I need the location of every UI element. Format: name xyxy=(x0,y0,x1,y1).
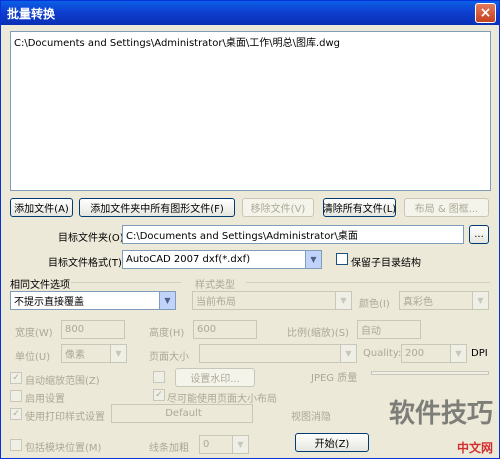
layer-hidden-label: 视图消隐 xyxy=(291,412,331,423)
same-file-select[interactable]: 不提示直接覆盖 ▼ xyxy=(10,291,176,310)
ratio-label: 比例(缩放)(S) xyxy=(287,328,349,339)
same-file-label: 相同文件选项 xyxy=(10,280,70,291)
include-ext-label: 包括模块位置(M) xyxy=(25,443,102,454)
watermark-checkbox[interactable] xyxy=(153,371,165,383)
enable-settings-checkbox[interactable] xyxy=(10,390,22,402)
style-value: 当前布局 xyxy=(196,297,236,308)
browse-button[interactable]: ... xyxy=(469,225,489,244)
style-label: 样式类型 xyxy=(195,280,235,291)
close-button[interactable]: × xyxy=(475,3,496,23)
use-page-size-checkbox[interactable]: ✓ xyxy=(153,389,165,401)
add-folder-button[interactable]: 添加文件夹中所有图形文件(F) xyxy=(79,198,235,217)
watermark-text: 软件技巧 xyxy=(388,399,493,429)
height-label: 高度(H) xyxy=(149,328,185,339)
file-list-item[interactable]: C:\Documents and Settings\Administrator\… xyxy=(14,34,487,49)
unit-label: 单位(U) xyxy=(15,352,51,363)
window-title: 批量转换 xyxy=(7,6,56,21)
line-width-select[interactable]: 0 ▼ xyxy=(199,435,249,454)
watermark-brand: 中文网 xyxy=(456,441,493,455)
remove-file-button[interactable]: 移除文件(V) xyxy=(242,198,314,217)
target-format-select[interactable]: AutoCAD 2007 dxf(*.dxf) ▼ xyxy=(122,250,322,269)
chevron-down-icon: ▼ xyxy=(305,251,321,268)
plot-style-label: 使用打印样式设置 xyxy=(25,412,105,423)
keep-dir-checkbox[interactable] xyxy=(336,253,348,265)
use-page-size-label: 尽可能使用页面大小布局 xyxy=(167,394,277,405)
jpeg-quality-slider[interactable] xyxy=(371,371,489,375)
start-button[interactable]: 开始(Z) xyxy=(295,433,369,452)
chevron-down-icon: ▼ xyxy=(335,292,351,309)
title-bar[interactable]: 批量转换 × xyxy=(1,1,499,25)
style-select[interactable]: 当前布局 ▼ xyxy=(192,291,352,310)
quality-label: Quality: xyxy=(363,348,402,359)
ratio-input[interactable]: 自动 xyxy=(357,320,421,339)
close-icon: × xyxy=(479,5,492,21)
layout-button[interactable]: 布局 & 图框... xyxy=(404,198,489,217)
auto-range-label: 自动缩放范围(Z) xyxy=(25,376,100,387)
clear-all-button[interactable]: 清除所有文件(L) xyxy=(323,198,396,217)
color-label: 颜色(I) xyxy=(359,299,390,310)
chevron-down-icon: ▼ xyxy=(340,345,356,362)
watermark-button[interactable]: 设置水印... xyxy=(175,368,255,387)
chevron-down-icon: ▼ xyxy=(472,292,488,309)
auto-range-checkbox[interactable]: ✓ xyxy=(10,372,22,384)
target-format-label: 目标文件格式(T) xyxy=(48,258,122,269)
target-folder-input[interactable]: C:\Documents and Settings\Administrator\… xyxy=(122,225,464,244)
quality-value: 200 xyxy=(405,348,425,359)
target-folder-label: 目标文件夹(O) xyxy=(58,233,124,244)
unit-select[interactable]: 像素 ▼ xyxy=(61,344,127,363)
chevron-down-icon: ▼ xyxy=(110,345,126,362)
line-width-value: 0 xyxy=(203,439,210,450)
plot-style-checkbox[interactable]: ✓ xyxy=(10,408,22,420)
color-value: 真彩色 xyxy=(403,297,433,308)
chevron-down-icon: ▼ xyxy=(232,436,248,453)
batch-convert-window: 批量转换 × C:\Documents and Settings\Adminis… xyxy=(0,0,500,459)
chevron-down-icon: ▼ xyxy=(450,345,466,362)
width-input[interactable]: 800 xyxy=(61,320,125,339)
height-input[interactable]: 600 xyxy=(193,320,257,339)
target-format-value: AutoCAD 2007 dxf(*.dxf) xyxy=(126,254,251,265)
plot-style-input[interactable]: Default xyxy=(111,404,253,423)
page-size-label: 页面大小 xyxy=(149,352,189,363)
unit-value: 像素 xyxy=(65,350,85,361)
color-select[interactable]: 真彩色 ▼ xyxy=(399,291,489,310)
group-divider xyxy=(246,282,490,283)
jpeg-quality-label: JPEG 质量 xyxy=(311,373,358,384)
group-divider xyxy=(71,282,181,283)
keep-dir-label: 保留子目录结构 xyxy=(351,258,421,269)
add-file-button[interactable]: 添加文件(A) xyxy=(10,198,73,217)
enable-settings-label: 启用设置 xyxy=(25,394,65,405)
file-list[interactable]: C:\Documents and Settings\Administrator\… xyxy=(10,31,491,191)
quality-select[interactable]: 200 ▼ xyxy=(401,344,467,363)
quality-unit: DPI xyxy=(471,348,488,359)
line-width-label: 线条加粗 xyxy=(149,443,189,454)
width-label: 宽度(W) xyxy=(15,328,53,339)
page-size-select[interactable]: ▼ xyxy=(199,344,357,363)
include-ext-checkbox[interactable] xyxy=(10,439,22,451)
same-file-value: 不提示直接覆盖 xyxy=(14,297,84,308)
chevron-down-icon: ▼ xyxy=(159,292,175,309)
